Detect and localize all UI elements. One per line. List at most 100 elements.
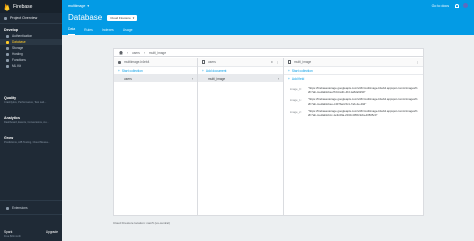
home-icon (4, 16, 7, 20)
extensions-icon (6, 206, 9, 210)
chevron-right-icon: › (277, 76, 279, 81)
collection-name: users (124, 76, 132, 81)
start-collection-label: Start collection (121, 68, 143, 73)
start-subcollection-button[interactable]: + Start collection (284, 67, 423, 75)
root-column: multiimage-b4eb4 + Start collection user… (114, 58, 198, 215)
page-title-row: Database Cloud Firestore ▾ (62, 11, 474, 24)
root-column-title: multiimage-b4eb4 (124, 60, 150, 64)
plus-icon: + (288, 68, 290, 73)
grow-sub: Predictions, A/B Testing, Cloud Messa... (4, 141, 50, 144)
sidebar-item-label: ML Kit (12, 64, 21, 68)
collection-icon (202, 60, 205, 64)
bell-icon[interactable] (455, 3, 459, 8)
breadcrumb-separator: › (127, 50, 129, 55)
sidebar-item-extensions[interactable]: Extensions (0, 205, 62, 211)
document-field[interactable]: image_2: "https://firebasestorage.google… (284, 106, 423, 117)
project-overview-link[interactable]: Project Overview (0, 13, 62, 24)
list-item[interactable]: multi_image › (198, 75, 283, 82)
analytics-sub: Dashboard, Events, Conversions, Au... (4, 121, 49, 124)
image-icon (6, 46, 9, 50)
upgrade-button[interactable]: Upgrade (46, 230, 58, 234)
chevron-down-icon[interactable]: ▾ (87, 4, 89, 8)
chevron-right-icon: › (191, 76, 193, 81)
sidebar-item-label: Extensions (12, 206, 28, 210)
document-name: multi_image (208, 76, 226, 81)
plus-icon: + (288, 77, 290, 81)
firestore-location: Cloud Firestore location: nam5 (us-centr… (113, 221, 170, 225)
sidebar-item-ml-kit[interactable]: ML Kit (0, 63, 62, 69)
project-overview-label: Project Overview (10, 16, 38, 20)
sidebar: Firebase Project Overview Develop Authen… (0, 0, 62, 241)
add-field-button[interactable]: + Add field (284, 75, 423, 83)
document-field[interactable]: image_0: "https://firebasestorage.google… (284, 83, 423, 94)
start-collection-button[interactable]: + Start collection (114, 67, 197, 75)
collection-column-header: users ≡ ⋮ (198, 58, 283, 67)
sidebar-item-label: Hosting (12, 52, 23, 56)
field-value: "https://firebasestorage.googleapis.com/… (308, 108, 418, 118)
add-field-label: Add field (291, 77, 305, 81)
database-selector[interactable]: Cloud Firestore ▾ (107, 14, 138, 21)
collection-column-title: users (208, 60, 216, 64)
database-selector-label: Cloud Firestore (110, 15, 131, 20)
plus-icon: + (118, 68, 120, 73)
list-item[interactable]: users › (114, 75, 197, 82)
firebase-logo-icon (4, 3, 10, 11)
sidebar-item-label: Storage (12, 46, 24, 50)
tab-indexes[interactable]: Indexes (102, 28, 114, 35)
globe-icon (6, 52, 9, 56)
document-column: multi_image ⋮ + Start collection + Add f… (284, 58, 423, 215)
add-document-label: Add document (205, 68, 227, 73)
tab-usage[interactable]: Usage (123, 28, 133, 35)
sidebar-group-quality[interactable]: Quality Crashlytics, Performance, Test L… (0, 96, 62, 105)
field-value: "https://firebasestorage.googleapis.com/… (308, 97, 418, 106)
start-collection-label: Start collection (291, 68, 313, 73)
database-icon (6, 40, 9, 44)
columns: multiimage-b4eb4 + Start collection user… (114, 58, 423, 215)
develop-section-label: Develop (4, 28, 18, 32)
quality-sub: Crashlytics, Performance, Test Lab... (4, 101, 47, 104)
more-vert-icon[interactable]: ⋮ (276, 60, 279, 64)
sidebar-group-grow[interactable]: Grow Predictions, A/B Testing, Cloud Mes… (0, 136, 62, 145)
page-title: Database (68, 13, 103, 22)
develop-items: Authentication Database Storage Hosting … (0, 33, 62, 69)
field-key: image_0: (290, 87, 302, 91)
data-panel: › users › multi_image multiimage-b4eb4 +… (113, 48, 424, 216)
plan-row: Spark Upgrade (0, 230, 62, 234)
plan-name: Spark (4, 230, 13, 234)
sidebar-group-analytics[interactable]: Analytics Dashboard, Events, Conversions… (0, 116, 62, 125)
go-to-docs-link[interactable]: Go to docs (432, 4, 449, 8)
sidebar-divider (0, 214, 62, 215)
field-key: image_2: (290, 109, 302, 114)
breadcrumb-item-users[interactable]: users (132, 51, 140, 55)
avatar[interactable] (463, 3, 468, 8)
breadcrumb-item-document[interactable]: multi_image (149, 51, 166, 55)
project-selector[interactable]: multiimage (68, 4, 85, 8)
more-vert-icon[interactable]: ⋮ (416, 60, 419, 64)
sidebar-item-label: Functions (12, 58, 26, 62)
people-icon (6, 34, 9, 38)
root-column-header: multiimage-b4eb4 (114, 58, 197, 67)
document-field[interactable]: image_1: "https://firebasestorage.google… (284, 94, 423, 105)
functions-icon (6, 58, 9, 62)
field-value: "https://firebasestorage.googleapis.com/… (308, 86, 418, 95)
tab-data[interactable]: Data (68, 27, 76, 35)
plan-price: Free $0/month (4, 235, 21, 238)
header-tabs: Data Rules Indexes Usage (62, 24, 474, 35)
breadcrumb: › users › multi_image (114, 49, 423, 57)
breadcrumb-separator: › (143, 50, 145, 55)
chevron-down-icon: ▾ (132, 15, 135, 20)
document-column-header: multi_image ⋮ (284, 58, 423, 67)
brand-name: Firebase (13, 3, 33, 10)
sidebar-header[interactable]: Firebase (0, 0, 62, 13)
sidebar-divider (0, 200, 62, 201)
field-key: image_1: (290, 98, 302, 103)
add-document-button[interactable]: + Add document (198, 67, 283, 75)
robot-icon (6, 64, 9, 68)
tab-rules[interactable]: Rules (84, 28, 93, 35)
app-header: multiimage ▾ Go to docs Database Cloud F… (62, 0, 474, 35)
header-top-bar: multiimage ▾ Go to docs (62, 0, 474, 11)
filter-icon[interactable]: ≡ (271, 60, 273, 64)
document-icon (288, 60, 291, 64)
document-column-title: multi_image (294, 60, 312, 64)
home-icon[interactable] (119, 50, 123, 55)
